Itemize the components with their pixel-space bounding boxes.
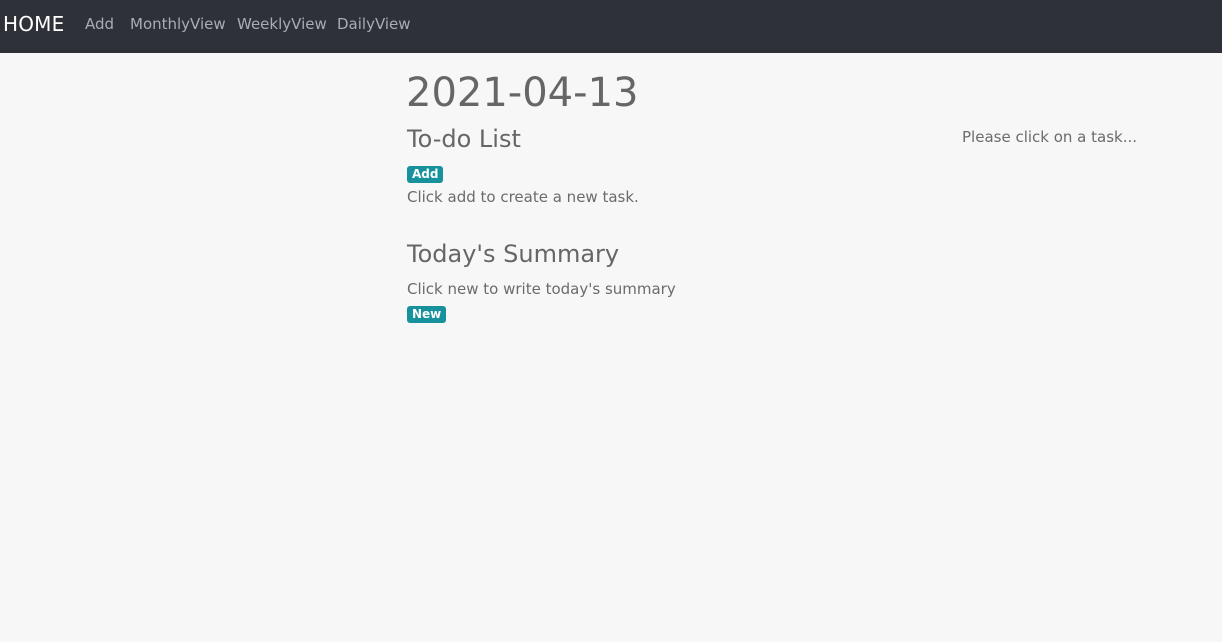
task-detail-placeholder: Please click on a task... (962, 128, 1138, 146)
home-link[interactable]: HOME (3, 12, 64, 36)
nav-link-monthly-view[interactable]: MonthlyView (130, 15, 226, 33)
nav-link-daily-view[interactable]: DailyView (337, 15, 411, 33)
todo-empty-hint: Click add to create a new task. (407, 188, 639, 206)
todo-list-heading: To-do List (407, 125, 521, 153)
summary-empty-hint: Click new to write today's summary (407, 280, 676, 298)
date-heading: 2021-04-13 (406, 70, 639, 116)
nav-link-add[interactable]: Add (85, 15, 114, 33)
nav-link-weekly-view[interactable]: WeeklyView (237, 15, 327, 33)
top-navbar: HOME Add MonthlyView WeeklyView DailyVie… (0, 0, 1222, 53)
add-task-button[interactable]: Add (407, 166, 444, 183)
summary-heading: Today's Summary (407, 240, 620, 268)
new-summary-button[interactable]: New (407, 306, 447, 323)
